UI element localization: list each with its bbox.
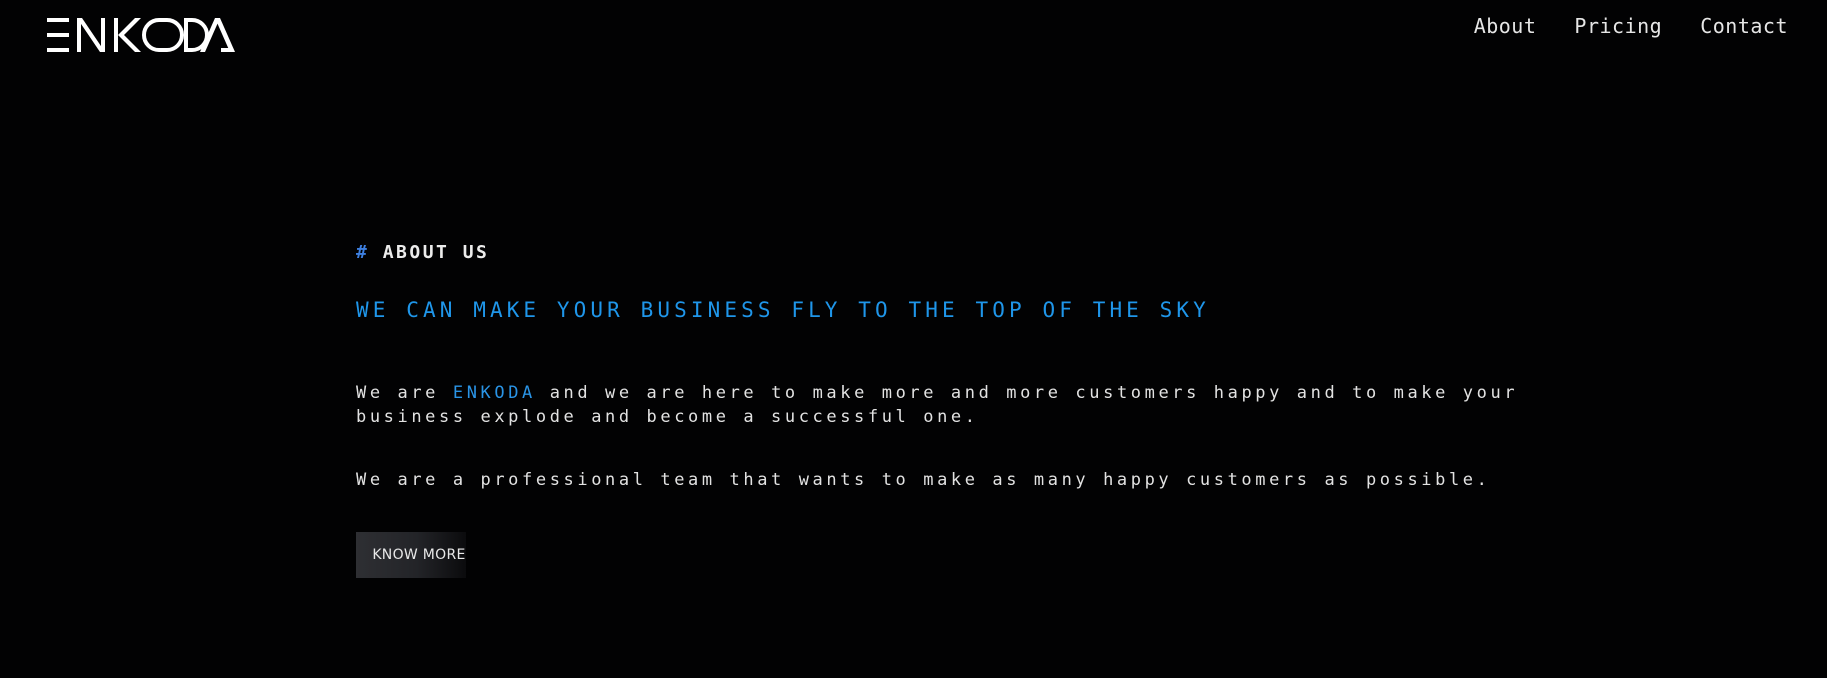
paragraph-prefix: We are xyxy=(356,383,453,403)
enkoda-logo-mark xyxy=(47,18,235,52)
main-nav: About Pricing Contact xyxy=(1474,14,1788,38)
hash-mark: # xyxy=(356,242,370,263)
site-header: About Pricing Contact xyxy=(0,0,1827,70)
know-more-button[interactable]: KNOW MORE xyxy=(356,532,466,578)
section-eyebrow: # ABOUT US xyxy=(356,240,1536,266)
about-paragraph-2: We are a professional team that wants to… xyxy=(356,470,1491,490)
about-paragraph-1: We are ENKODA and we are here to make mo… xyxy=(356,381,1536,429)
section-headline: WE CAN MAKE YOUR BUSINESS FLY TO THE TOP… xyxy=(356,298,1210,322)
nav-contact-link[interactable]: Contact xyxy=(1700,14,1788,38)
brand-name: ENKODA xyxy=(452,383,536,403)
eyebrow-label: ABOUT US xyxy=(382,242,490,263)
nav-about-link[interactable]: About xyxy=(1474,14,1537,38)
enkoda-logo[interactable] xyxy=(47,18,235,52)
about-section: # ABOUT US WE CAN MAKE YOUR BUSINESS FLY… xyxy=(356,240,1536,578)
nav-pricing-link[interactable]: Pricing xyxy=(1574,14,1662,38)
